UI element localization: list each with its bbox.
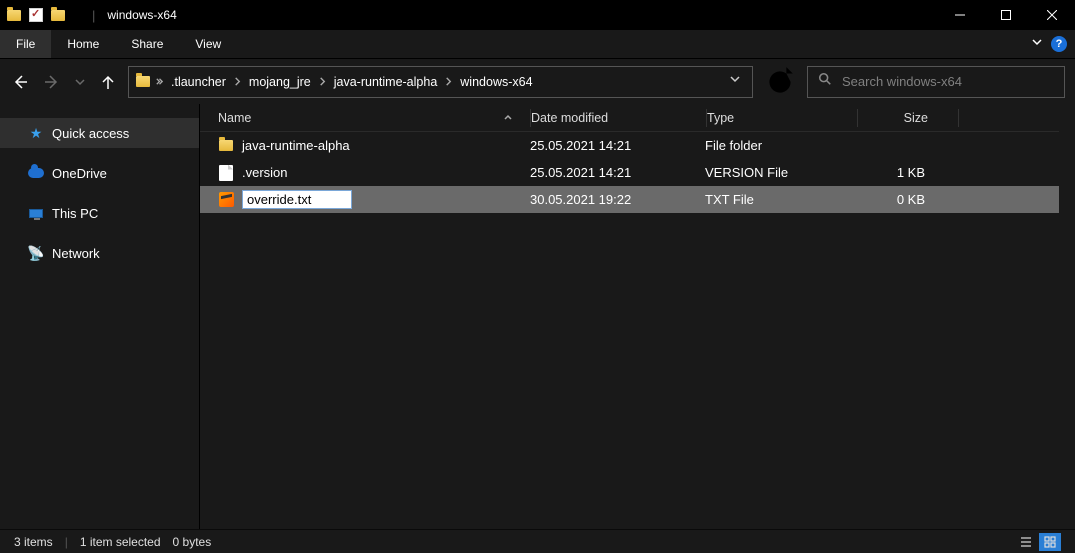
status-divider: |: [65, 535, 68, 549]
sidebar-item-label: Quick access: [52, 126, 129, 141]
column-header-size[interactable]: Size: [858, 111, 958, 125]
chevron-right-icon[interactable]: [444, 73, 453, 91]
status-selected: 1 item selected: [80, 535, 161, 549]
breadcrumb[interactable]: windows-x64: [457, 73, 535, 91]
window-title: windows-x64: [107, 8, 176, 22]
sidebar-item-network[interactable]: 📡 Network: [0, 238, 199, 268]
address-bar[interactable]: .tlauncher mojang_jre java-runtime-alpha…: [128, 66, 753, 98]
title-separator: |: [92, 8, 95, 23]
status-bytes: 0 bytes: [173, 535, 212, 549]
sidebar-item-quick-access[interactable]: ★ Quick access: [0, 118, 199, 148]
folder-icon: [50, 7, 66, 23]
sidebar: ★ Quick access OneDrive This PC 📡 Networ…: [0, 104, 200, 529]
breadcrumb[interactable]: java-runtime-alpha: [331, 73, 441, 91]
sidebar-item-onedrive[interactable]: OneDrive: [0, 158, 199, 188]
chevron-right-icon[interactable]: [233, 73, 242, 91]
search-box[interactable]: [807, 66, 1065, 98]
file-row[interactable]: .version 25.05.2021 14:21 VERSION File 1…: [200, 159, 1075, 186]
file-list[interactable]: java-runtime-alpha 25.05.2021 14:21 File…: [200, 132, 1075, 213]
monitor-icon: [28, 205, 44, 221]
file-date: 30.05.2021 19:22: [530, 192, 705, 207]
file-row[interactable]: java-runtime-alpha 25.05.2021 14:21 File…: [200, 132, 1075, 159]
qat-dropdown-icon[interactable]: [72, 7, 82, 23]
scrollbar[interactable]: [1059, 104, 1075, 529]
file-type: VERSION File: [705, 165, 855, 180]
sort-indicator-icon: [504, 111, 512, 125]
view-details-button[interactable]: [1015, 533, 1037, 551]
folder-icon: [6, 7, 22, 23]
window-controls: [937, 0, 1075, 30]
help-button[interactable]: ?: [1051, 36, 1067, 52]
breadcrumb[interactable]: mojang_jre: [246, 73, 314, 91]
file-size: 1 KB: [855, 165, 955, 180]
cloud-icon: [28, 165, 44, 181]
file-date: 25.05.2021 14:21: [530, 138, 705, 153]
sidebar-item-label: OneDrive: [52, 166, 107, 181]
navbar: .tlauncher mojang_jre java-runtime-alpha…: [0, 58, 1075, 104]
chevron-right-icon[interactable]: [318, 73, 327, 91]
column-header-type[interactable]: Type: [707, 111, 857, 125]
column-header-label: Date modified: [531, 111, 608, 125]
file-name: java-runtime-alpha: [242, 138, 350, 153]
sublime-icon: [218, 192, 234, 208]
file-size: 0 KB: [855, 192, 955, 207]
up-button[interactable]: [98, 72, 118, 92]
address-dropdown-icon[interactable]: [728, 72, 742, 91]
maximize-button[interactable]: [983, 0, 1029, 30]
column-header-name[interactable]: Name: [200, 111, 530, 125]
refresh-button[interactable]: [763, 66, 797, 98]
close-button[interactable]: [1029, 0, 1075, 30]
minimize-button[interactable]: [937, 0, 983, 30]
column-headers: Name Date modified Type Size: [200, 104, 1075, 132]
file-row[interactable]: override.txt 30.05.2021 19:22 TXT File 0…: [200, 186, 1075, 213]
network-icon: 📡: [28, 245, 44, 261]
titlebar-left: | windows-x64: [0, 7, 177, 23]
status-item-count: 3 items: [14, 535, 53, 549]
nav-arrows: [10, 72, 118, 92]
file-name: .version: [242, 165, 288, 180]
ribbon-tab-view[interactable]: View: [179, 30, 237, 58]
ribbon: File Home Share View ?: [0, 30, 1075, 58]
titlebar: | windows-x64: [0, 0, 1075, 30]
sidebar-item-this-pc[interactable]: This PC: [0, 198, 199, 228]
column-header-date[interactable]: Date modified: [531, 111, 706, 125]
folder-icon: [218, 138, 234, 154]
forward-button[interactable]: [42, 72, 62, 92]
file-type: TXT File: [705, 192, 855, 207]
column-header-label: Name: [218, 111, 251, 125]
sidebar-item-label: This PC: [52, 206, 98, 221]
properties-icon[interactable]: [28, 7, 44, 23]
search-input[interactable]: [842, 74, 1054, 89]
view-thumbnails-button[interactable]: [1039, 533, 1061, 551]
column-header-label: Size: [904, 111, 928, 125]
recent-dropdown-icon[interactable]: [74, 72, 86, 92]
breadcrumb[interactable]: .tlauncher: [168, 73, 229, 91]
file-icon: [218, 165, 234, 181]
file-date: 25.05.2021 14:21: [530, 165, 705, 180]
ribbon-tab-share[interactable]: Share: [115, 30, 179, 58]
search-icon: [818, 72, 832, 91]
sidebar-item-label: Network: [52, 246, 100, 261]
folder-icon: [135, 74, 151, 90]
file-list-pane: Name Date modified Type Size java-runtim…: [200, 104, 1075, 529]
status-bar: 3 items | 1 item selected 0 bytes: [0, 529, 1075, 553]
chevron-double-icon[interactable]: [155, 73, 164, 91]
column-header-label: Type: [707, 111, 734, 125]
rename-input[interactable]: override.txt: [242, 190, 352, 209]
ribbon-collapse-icon[interactable]: [1031, 35, 1043, 53]
ribbon-tab-file[interactable]: File: [0, 30, 51, 58]
back-button[interactable]: [10, 72, 30, 92]
ribbon-tab-home[interactable]: Home: [51, 30, 115, 58]
file-type: File folder: [705, 138, 855, 153]
star-icon: ★: [28, 125, 44, 141]
